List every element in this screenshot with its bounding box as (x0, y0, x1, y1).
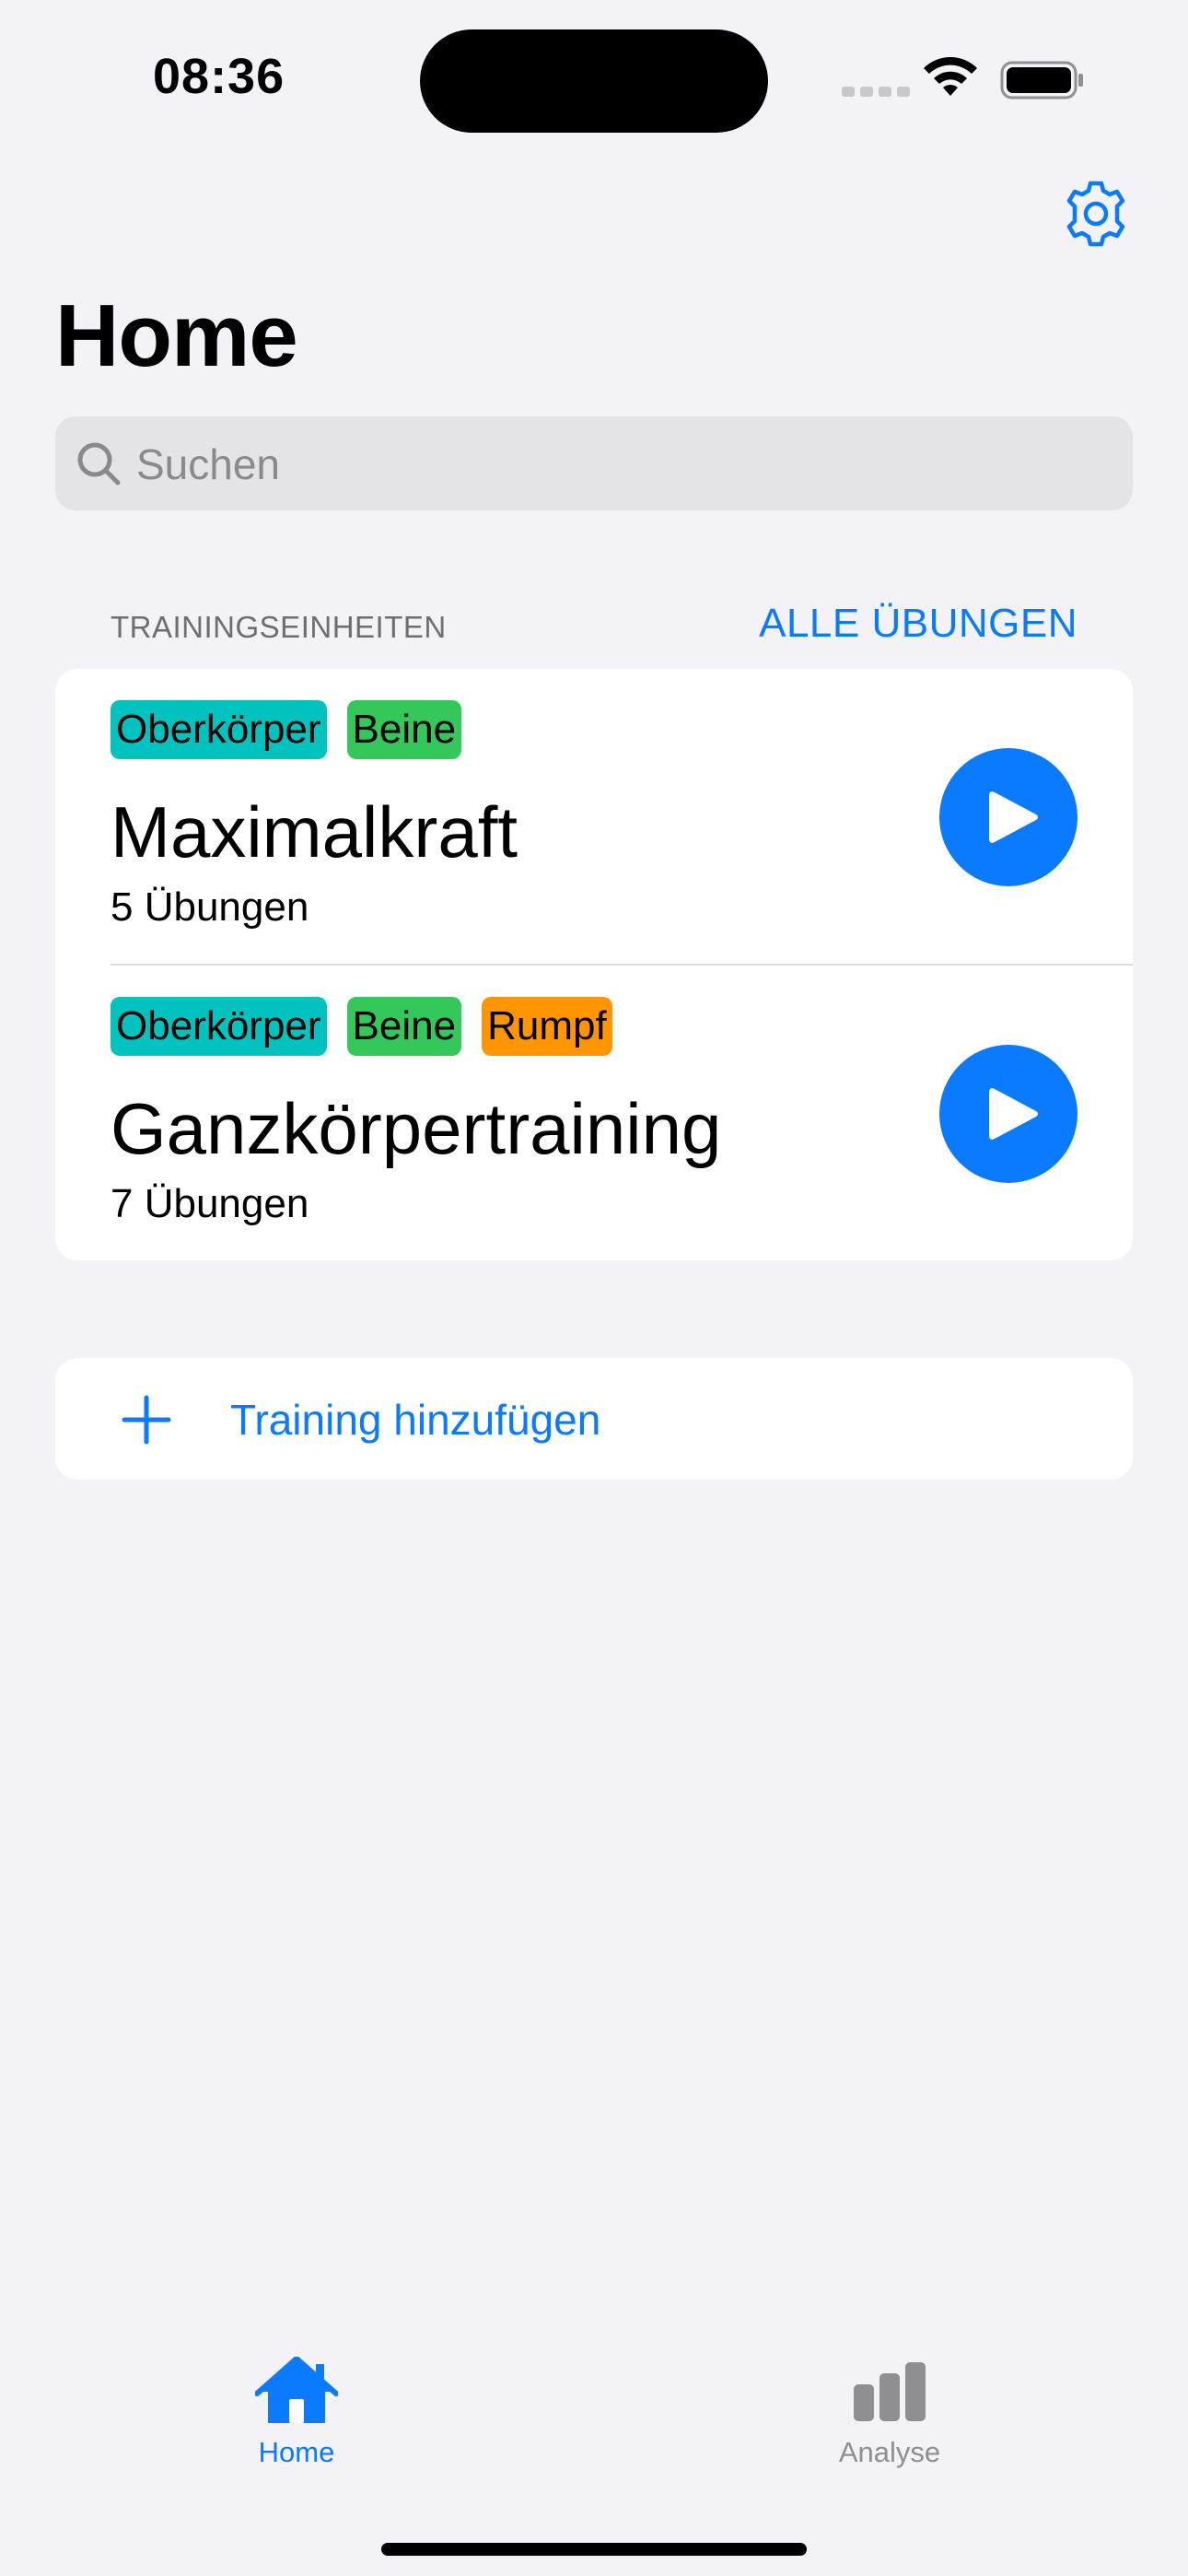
house-fill-icon (255, 2357, 338, 2423)
search-bar[interactable] (55, 416, 1133, 510)
status-time: 08:36 (153, 49, 285, 104)
dynamic-island (420, 29, 768, 133)
chart-bar-icon (854, 2362, 926, 2421)
exercise-count: 5 Übungen (111, 884, 309, 930)
home-indicator (381, 2543, 807, 2556)
search-input[interactable] (136, 437, 1094, 492)
tag-beine: Beine (346, 997, 462, 1056)
gear-icon (1066, 181, 1125, 247)
tag-oberkoerper: Oberkörper (111, 700, 327, 759)
cellular-signal-icon (842, 87, 910, 97)
play-button[interactable] (939, 748, 1077, 886)
all-exercises-link[interactable]: ALLE ÜBUNGEN (759, 601, 1077, 647)
play-button[interactable] (939, 1045, 1077, 1183)
play-icon (989, 1088, 1038, 1140)
section-title: TRAININGSEINHEITEN (111, 610, 447, 644)
workout-row-maximalkraft[interactable]: Oberkörper Beine Maximalkraft 5 Übungen (55, 669, 1133, 964)
exercise-count: 7 Übungen (111, 1181, 309, 1226)
page-title: Home (55, 287, 298, 385)
wifi-icon (924, 57, 977, 96)
tab-analyse[interactable]: Analyse (798, 2357, 982, 2486)
tag-list: Oberkörper Beine (111, 700, 462, 759)
tab-home[interactable]: Home (204, 2357, 389, 2486)
add-training-label: Training hinzufügen (230, 1396, 601, 1444)
tag-list: Oberkörper Beine Rumpf (111, 997, 612, 1056)
search-icon (77, 442, 121, 486)
add-training-button[interactable]: Training hinzufügen (55, 1358, 1133, 1480)
tab-label: Analyse (838, 2436, 941, 2468)
status-bar: 08:36 (0, 0, 1188, 157)
settings-button[interactable] (1057, 175, 1135, 252)
plus-icon (122, 1395, 171, 1445)
play-icon (989, 791, 1038, 843)
workout-row-ganzkoerpertraining[interactable]: Oberkörper Beine Rumpf Ganzkörpertrainin… (55, 966, 1133, 1260)
tag-oberkoerper: Oberkörper (111, 997, 327, 1056)
battery-icon (1000, 61, 1083, 100)
workout-name: Ganzkörpertraining (111, 1088, 722, 1169)
tab-label: Home (258, 2436, 335, 2468)
workouts-list: Oberkörper Beine Maximalkraft 5 Übungen … (55, 669, 1133, 1260)
workout-name: Maximalkraft (111, 791, 518, 872)
tag-beine: Beine (346, 700, 462, 759)
tag-rumpf: Rumpf (482, 997, 612, 1056)
